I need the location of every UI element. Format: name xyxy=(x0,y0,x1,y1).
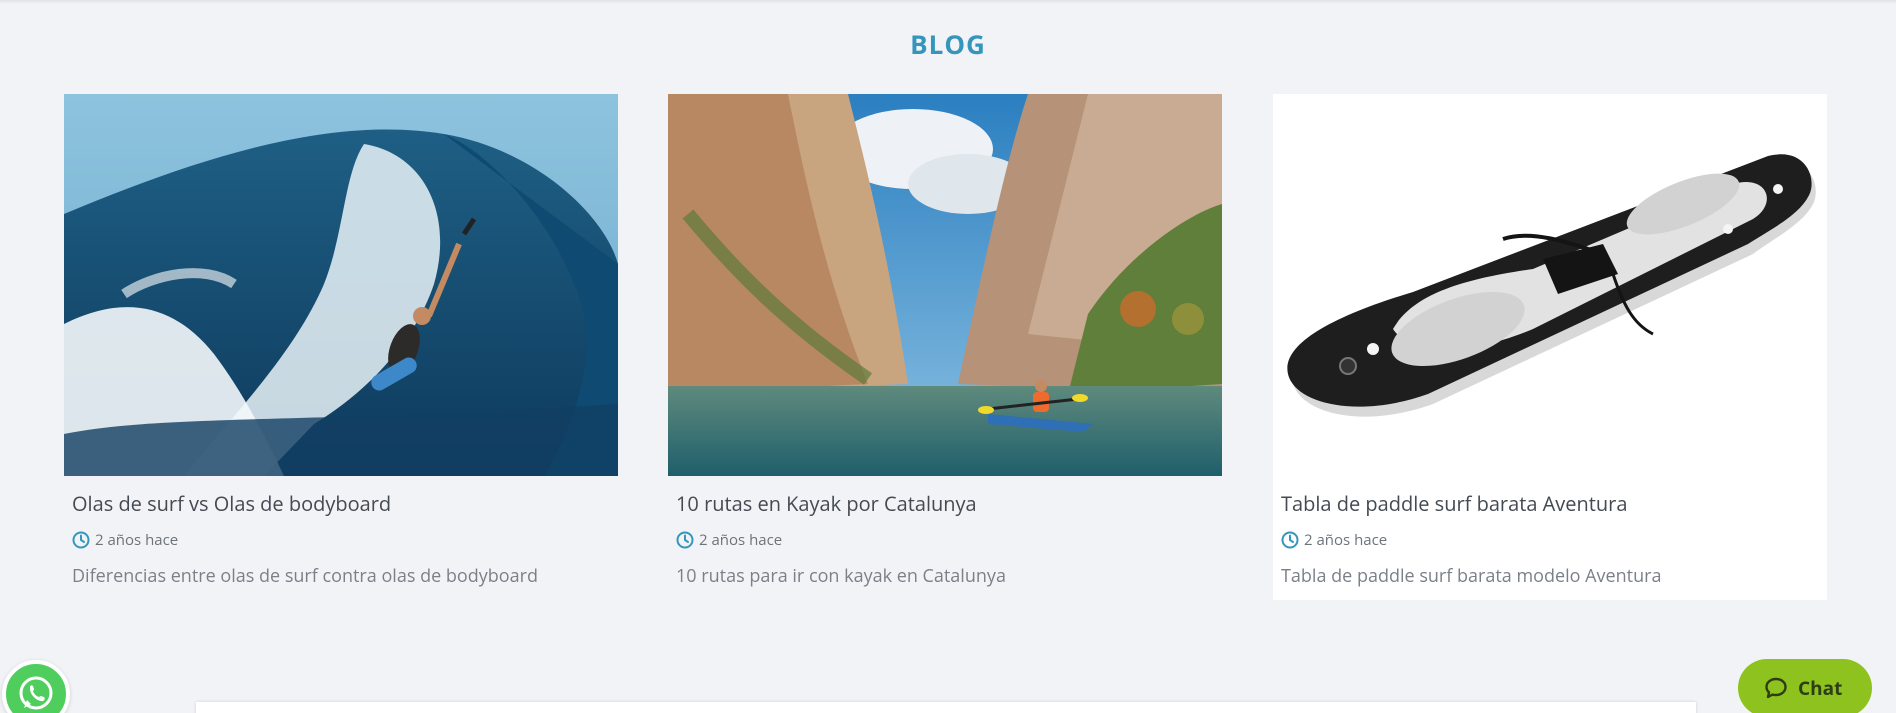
post-date-text: 2 años hace xyxy=(1304,530,1388,550)
chat-bubble-icon xyxy=(1765,677,1787,699)
post-title[interactable]: Olas de surf vs Olas de bodyboard xyxy=(72,490,391,517)
post-date-text: 2 años hace xyxy=(95,530,179,550)
whatsapp-icon xyxy=(19,676,53,710)
post-image-paddle-board[interactable] xyxy=(1273,94,1827,476)
clock-icon xyxy=(72,531,90,549)
clock-icon xyxy=(676,531,694,549)
post-date-text: 2 años hace xyxy=(699,530,783,550)
chat-label: Chat xyxy=(1798,675,1843,701)
post-date: 2 años hace xyxy=(72,530,178,550)
post-title[interactable]: Tabla de paddle surf barata Aventura xyxy=(1281,490,1627,517)
post-excerpt: Diferencias entre olas de surf contra ol… xyxy=(72,564,538,588)
post-excerpt: 10 rutas para ir con kayak en Catalunya xyxy=(676,564,1006,588)
post-image-bodyboard[interactable] xyxy=(64,94,618,476)
clock-icon xyxy=(1281,531,1299,549)
post-title[interactable]: 10 rutas en Kayak por Catalunya xyxy=(676,490,977,517)
post-image-kayak[interactable] xyxy=(668,94,1222,476)
header-shadow xyxy=(0,0,1896,4)
section-title: BLOG xyxy=(910,26,986,62)
blog-card[interactable]: Olas de surf vs Olas de bodyboard 2 años… xyxy=(64,94,618,600)
footer-panel xyxy=(196,702,1696,713)
blog-card[interactable]: 10 rutas en Kayak por Catalunya 2 años h… xyxy=(668,94,1222,600)
post-date: 2 años hace xyxy=(676,530,782,550)
post-excerpt: Tabla de paddle surf barata modelo Avent… xyxy=(1281,564,1662,588)
whatsapp-button[interactable] xyxy=(2,660,70,713)
blog-card[interactable]: Tabla de paddle surf barata Aventura 2 a… xyxy=(1273,94,1827,600)
post-date: 2 años hace xyxy=(1281,530,1387,550)
chat-button[interactable]: Chat xyxy=(1738,659,1872,713)
